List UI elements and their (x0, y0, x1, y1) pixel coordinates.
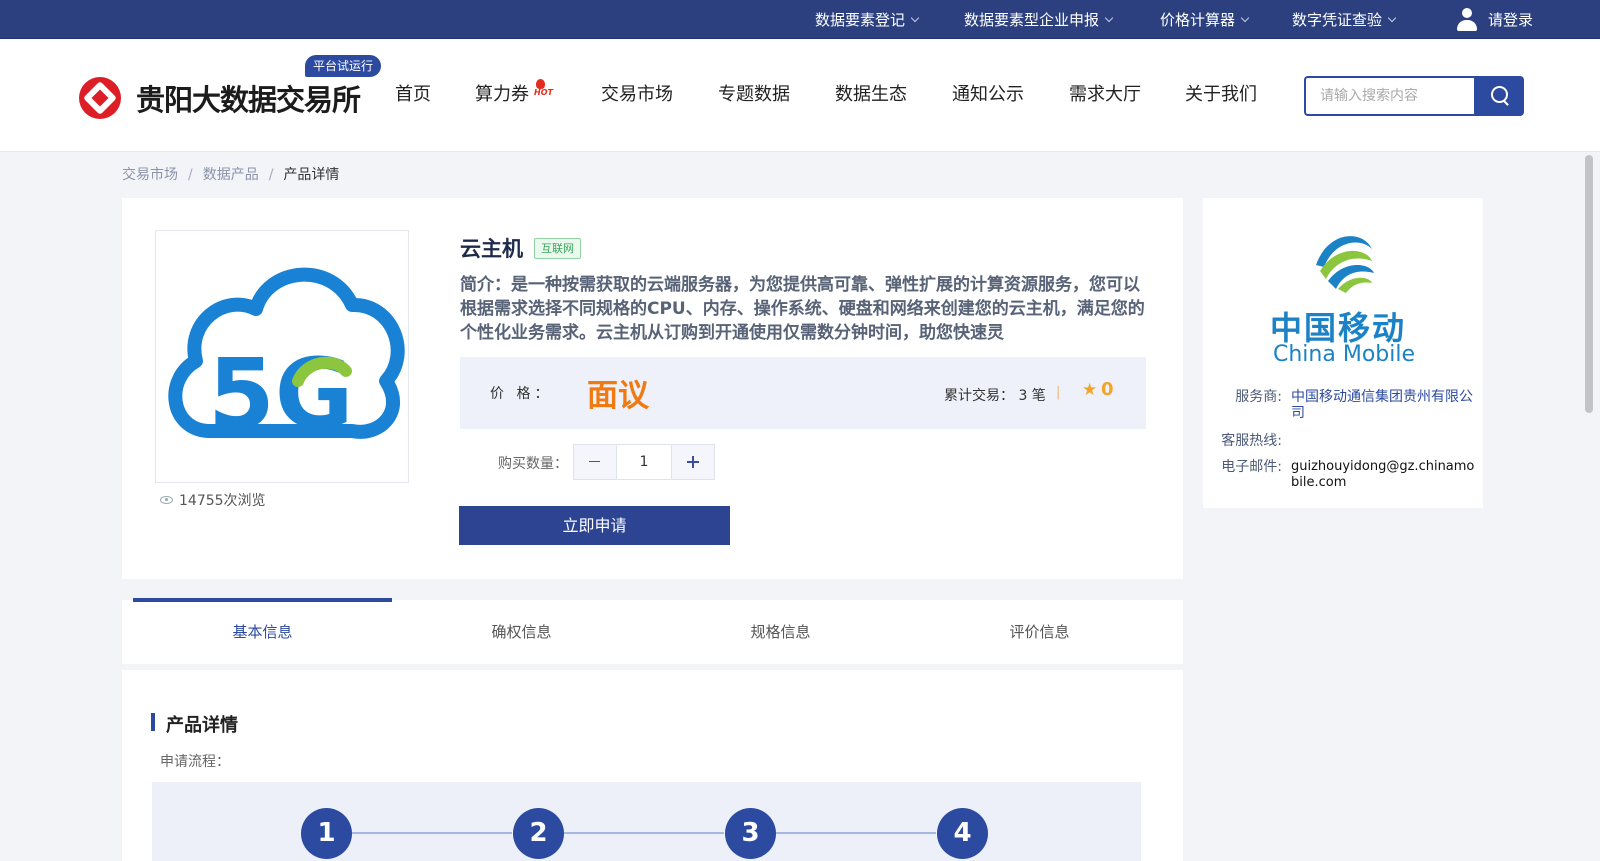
flow-label: 申请流程： (160, 754, 230, 770)
price-value: 面议 (587, 378, 649, 414)
nav-trade-market[interactable]: 交易市场 (601, 78, 673, 112)
quantity-label: 购买数量： (498, 456, 568, 472)
top-link-label: 数据要素型企业申报 (964, 11, 1100, 29)
top-utility-bar: 数据要素登记 数据要素型企业申报 价格计算器 数字凭证查验 请登录 (0, 0, 1600, 39)
chevron-down-icon (1104, 13, 1114, 22)
cloud-5g-icon: 5G (168, 267, 405, 450)
user-icon (1456, 7, 1478, 33)
login-link[interactable]: 请登录 (1456, 0, 1533, 39)
product-image: 5G (155, 230, 409, 483)
chevron-down-icon (1387, 13, 1397, 22)
top-link-data-registration[interactable]: 数据要素登记 (815, 0, 920, 39)
breadcrumb-separator: / (188, 167, 193, 183)
email-value[interactable]: guizhouyidong@gz.chinamobile.com (1291, 459, 1479, 491)
breadcrumb: 交易市场 / 数据产品 / 产品详情 (122, 164, 339, 184)
apply-button[interactable]: 立即申请 (459, 506, 730, 545)
tab-basic-info[interactable]: 基本信息 (133, 600, 392, 664)
step-connector (776, 832, 936, 834)
quantity-stepper: 1 (573, 444, 715, 480)
view-count: 14755次浏览 (160, 490, 266, 510)
nav-home[interactable]: 首页 (395, 78, 431, 112)
page-scrollbar[interactable] (1585, 155, 1593, 413)
login-label: 请登录 (1488, 11, 1534, 29)
price-label: 价 格： (490, 386, 553, 402)
section-marker (151, 713, 155, 731)
breadcrumb-trade-market[interactable]: 交易市场 (122, 167, 178, 183)
china-mobile-logo-icon[interactable] (1310, 225, 1380, 295)
nav-compute-voucher[interactable]: 算力券 (475, 78, 529, 112)
step-connector (564, 832, 724, 834)
provider-logo-en: China Mobile (1273, 342, 1416, 367)
email-label: 电子邮件: (1221, 459, 1282, 475)
service-provider-value[interactable]: 中国移动通信集团贵州有限公司 (1291, 389, 1479, 421)
divider: | (1056, 385, 1061, 400)
product-title: 云主机 (460, 237, 523, 261)
trial-badge: 平台试运行 (305, 55, 382, 77)
nav-demand-hall[interactable]: 需求大厅 (1069, 78, 1141, 112)
increase-button[interactable] (672, 445, 714, 479)
nav-about-us[interactable]: 关于我们 (1185, 78, 1257, 112)
product-intro: 简介：是一种按需获取的云端服务器，为您提供高可靠、弹性扩展的计算资源服务，您可以… (460, 275, 1145, 343)
rating-value: 0 (1101, 379, 1114, 400)
top-link-certificate-check[interactable]: 数字凭证查验 (1292, 0, 1397, 39)
step-connector (352, 832, 512, 834)
top-link-price-calculator[interactable]: 价格计算器 (1160, 0, 1250, 39)
hot-badge-icon: HOT (534, 79, 553, 97)
top-link-label: 数字凭证查验 (1292, 11, 1383, 29)
tab-spec-info[interactable]: 规格信息 (651, 600, 910, 664)
chevron-down-icon (910, 13, 920, 22)
flow-step-1: 1 (301, 808, 352, 859)
top-link-label: 数据要素登记 (815, 11, 906, 29)
flow-panel (152, 782, 1141, 861)
nav-notices[interactable]: 通知公示 (952, 78, 1024, 112)
site-logo-icon[interactable] (79, 77, 121, 119)
flow-step-3: 3 (725, 808, 776, 859)
breadcrumb-current: 产品详情 (283, 167, 340, 183)
flow-step-4: 4 (937, 808, 988, 859)
eye-icon (160, 496, 173, 504)
search-input[interactable] (1304, 76, 1474, 116)
top-link-enterprise-declaration[interactable]: 数据要素型企业申报 (964, 0, 1114, 39)
view-count-text: 14755次浏览 (179, 493, 266, 509)
nav-data-ecosystem[interactable]: 数据生态 (835, 78, 907, 112)
tab-rights-info[interactable]: 确权信息 (392, 600, 651, 664)
trade-count: 累计交易： 3 笔 (944, 388, 1046, 404)
breadcrumb-separator: / (268, 167, 274, 183)
section-title: 产品详情 (166, 715, 238, 736)
price-panel: 价 格： 面议 累计交易： 3 笔 | ★ 0 (460, 357, 1146, 429)
top-link-label: 价格计算器 (1160, 11, 1236, 29)
site-name[interactable]: 贵阳大数据交易所 (136, 77, 361, 119)
tab-review-info[interactable]: 评价信息 (910, 600, 1169, 664)
search-icon[interactable] (1474, 76, 1524, 116)
image-5g-text: 5G (208, 338, 354, 450)
chevron-down-icon (1240, 13, 1250, 22)
quantity-value[interactable]: 1 (616, 445, 672, 479)
main-header: 贵阳大数据交易所 平台试运行 首页 算力券 HOT 交易市场 专题数据 数据生态… (0, 39, 1600, 152)
star-icon: ★ (1082, 380, 1098, 400)
nav-topic-data[interactable]: 专题数据 (718, 78, 790, 112)
breadcrumb-data-products[interactable]: 数据产品 (203, 167, 259, 183)
hotline-label: 客服热线: (1221, 433, 1282, 449)
category-tag: 互联网 (534, 238, 581, 259)
flow-step-2: 2 (513, 808, 564, 859)
decrease-button[interactable] (574, 445, 616, 479)
service-provider-label: 服务商: (1235, 389, 1282, 405)
